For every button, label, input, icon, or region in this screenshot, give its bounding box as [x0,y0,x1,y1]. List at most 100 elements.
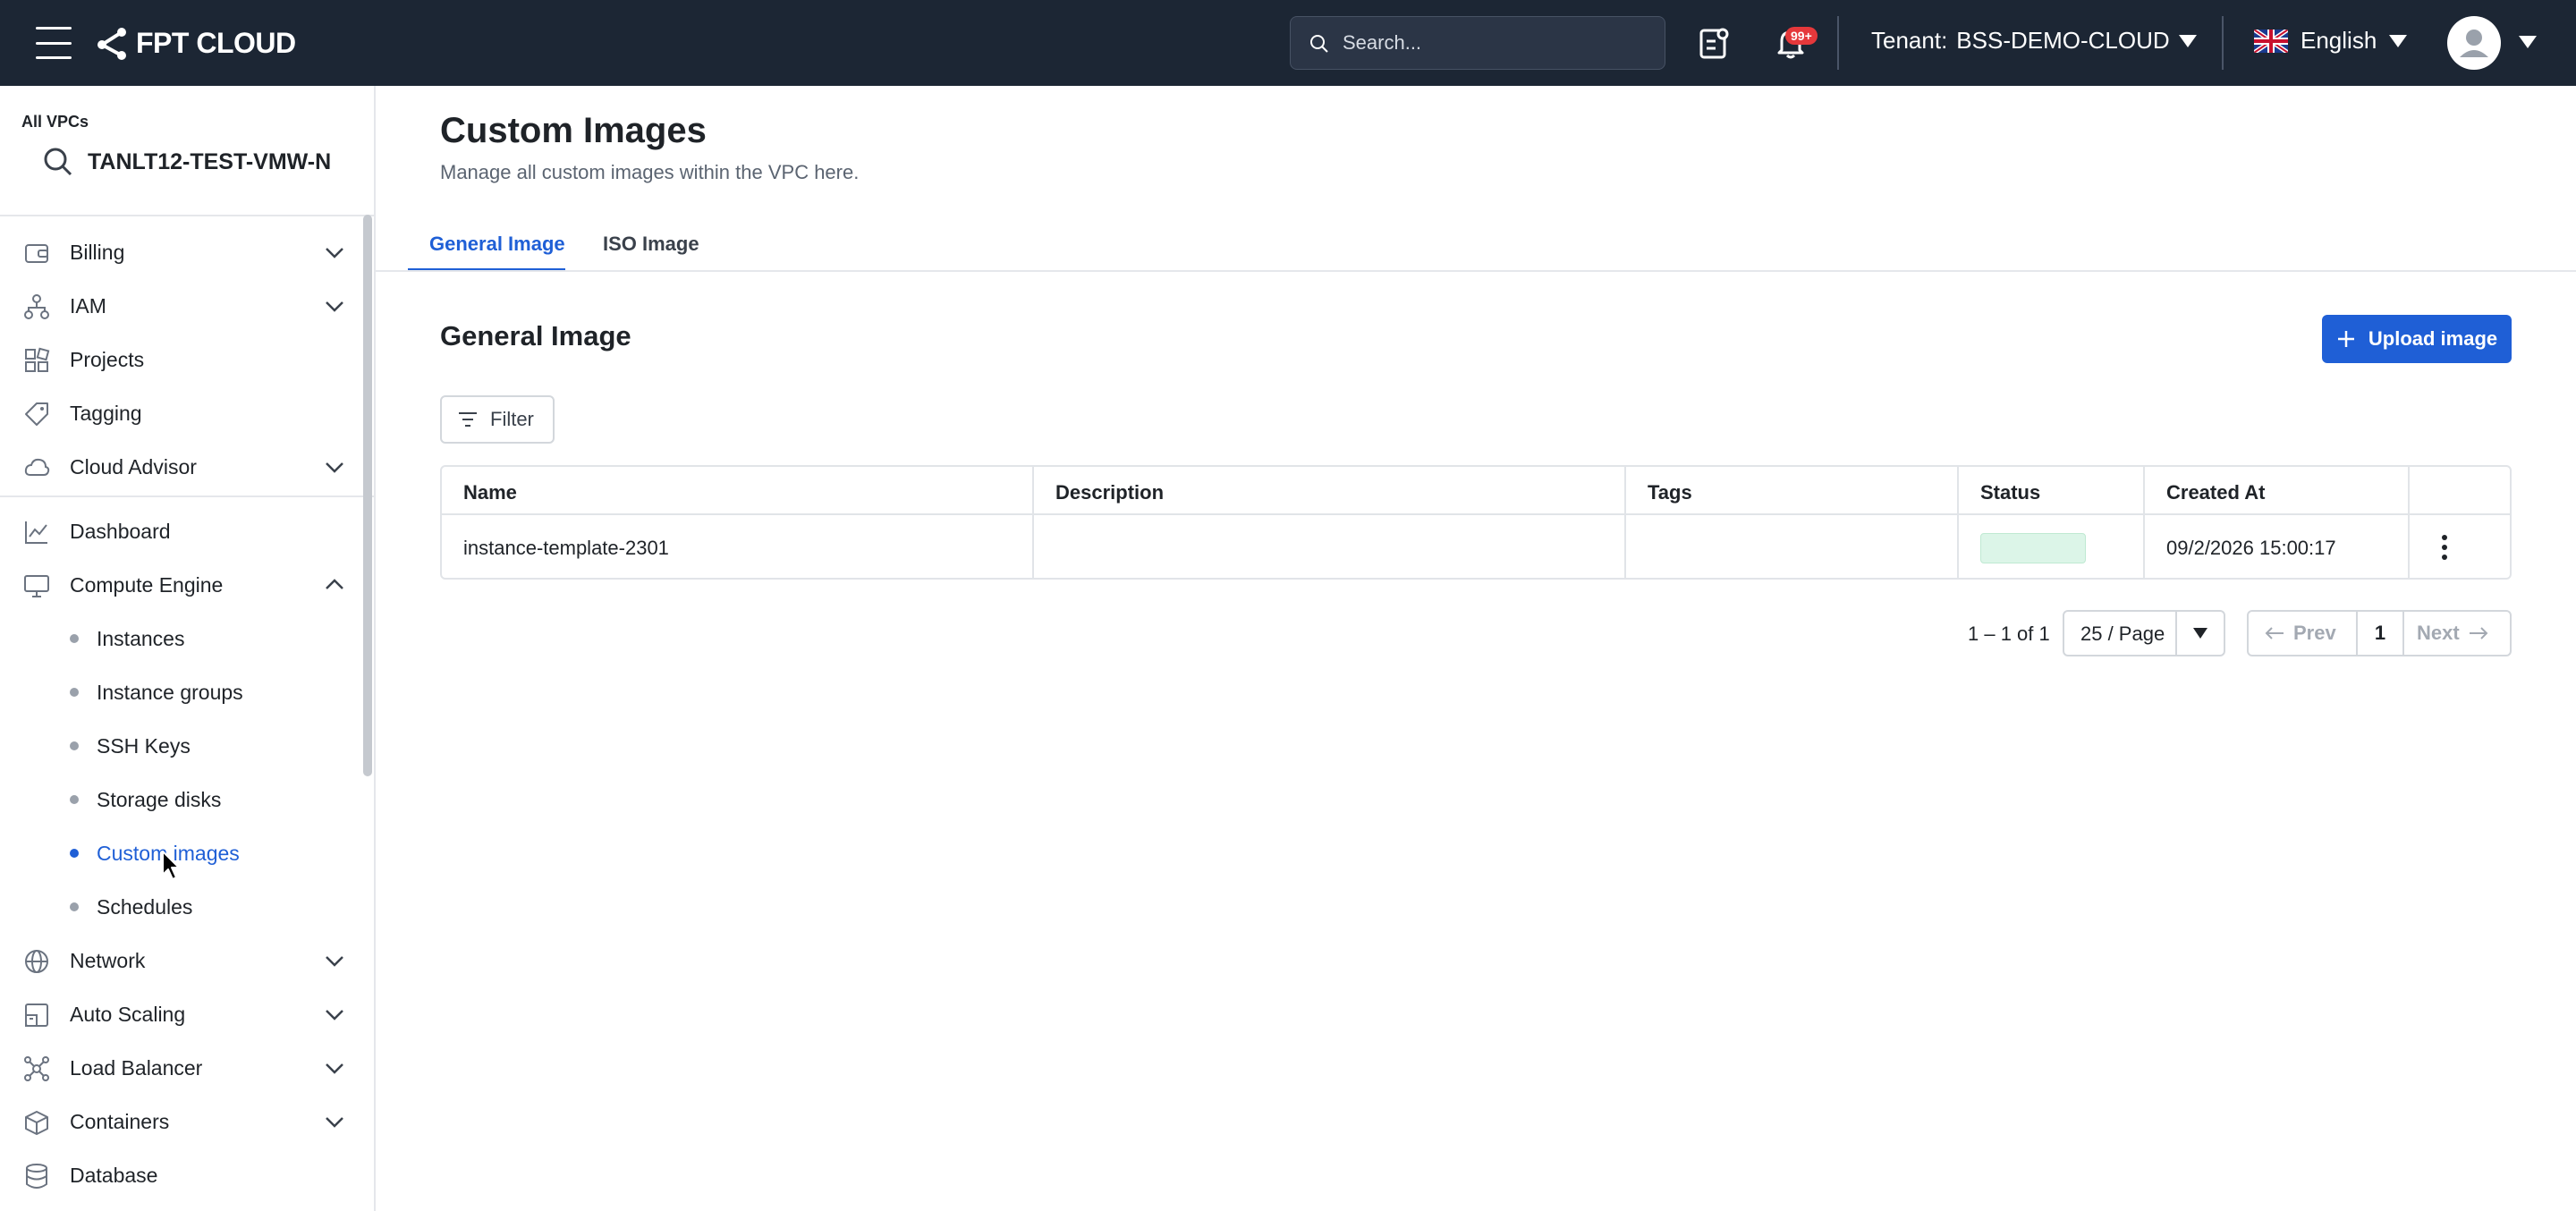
sidebar-item-label: Cloud Advisor [70,454,197,478]
next-page-label: Next [2417,622,2460,644]
mouse-cursor-icon [162,851,180,880]
sidebar-item-compute-engine[interactable]: Compute Engine [0,560,367,610]
sidebar-subitem-label: Instances [97,626,185,650]
caret-down-icon [2193,628,2207,639]
table-row[interactable]: instance-template-2301 09/2/2026 15:00:1… [442,517,2510,578]
images-table: Name Description Tags Status Created At … [440,465,2512,580]
search-icon [44,148,72,176]
next-page-button[interactable]: Next [2417,612,2488,655]
logo-text: FPT CLOUD [136,26,296,59]
row-actions-kebab-icon[interactable] [2431,531,2458,563]
sidebar-item-projects[interactable]: Projects [0,335,367,385]
status-badge [1980,533,2086,563]
bullet-dot [70,849,79,858]
pagination-divider [2402,612,2404,655]
box-icon [25,1111,48,1135]
sidebar-subitem-label: Schedules [97,894,193,919]
database-icon [26,1164,47,1189]
vpc-value: TANLT12-TEST-VMW-N [88,148,332,174]
sidebar-subitem-storage-disks[interactable]: Storage disks [0,776,367,823]
chevron-down-icon [326,1117,343,1128]
network-icon [24,1056,49,1081]
topbar-divider [2222,16,2224,70]
sidebar-subitem-label: Storage disks [97,787,222,811]
filter-label: Filter [490,408,534,430]
user-avatar[interactable] [2447,16,2501,70]
chevron-down-icon [326,1010,343,1020]
chart-icon [25,521,47,544]
sidebar-subitem-instance-groups[interactable]: Instance groups [0,669,367,716]
filter-button[interactable]: Filter [440,395,555,444]
bullet-dot [70,634,79,643]
sidebar-item-auto-scaling[interactable]: Auto Scaling [0,989,367,1039]
sidebar-item-containers[interactable]: Containers [0,1097,367,1147]
main-content: Custom Images Manage all custom images w… [376,86,2576,1211]
chevron-up-icon [326,579,343,589]
sidebar-item-label: Billing [70,240,125,264]
language-selector[interactable]: English [2254,27,2408,55]
sidebar-item-database[interactable]: Database [0,1150,367,1200]
sidebar-subitem-instances[interactable]: Instances [0,615,367,662]
column-header-status[interactable]: Status [1980,481,2040,504]
tenant-selector[interactable]: Tenant: BSS-DEMO-CLOUD [1871,27,2197,55]
caret-down-icon[interactable] [2519,36,2537,48]
section-title: General Image [440,320,631,351]
sidebar-subitem-custom-images[interactable]: Custom images [0,830,367,876]
cell-name[interactable]: instance-template-2301 [463,537,669,560]
global-search[interactable] [1290,16,1665,70]
arrow-left-icon [2265,627,2284,639]
page-size-select[interactable]: 25 / Page [2063,610,2225,656]
caret-down-icon [2389,34,2408,47]
sidebar-item-load-balancer[interactable]: Load Balancer [0,1043,367,1093]
pagination-range: 1 – 1 of 1 [1968,622,2050,645]
sidebar-divider [0,215,374,216]
sidebar-item-cloud-advisor[interactable]: Cloud Advisor [0,442,367,492]
sidebar-subitem-ssh-keys[interactable]: SSH Keys [0,723,367,769]
sidebar-item-iam[interactable]: IAM [0,281,367,331]
sidebar: All VPCs TANLT12-TEST-VMW-N Billing IAM … [0,86,376,1211]
search-icon [1310,35,1328,53]
hierarchy-icon [24,294,49,319]
sidebar-item-dashboard[interactable]: Dashboard [0,506,367,556]
search-input[interactable] [1343,31,1629,55]
column-header-description[interactable]: Description [1055,481,1164,504]
tenant-label: Tenant: [1871,27,1948,54]
monitor-icon [24,575,49,597]
vpc-selector[interactable]: TANLT12-TEST-VMW-N [43,147,331,177]
column-header-name[interactable]: Name [463,481,517,504]
uk-flag-icon [2254,29,2288,53]
sidebar-item-label: Containers [70,1109,170,1133]
sidebar-scrollbar[interactable] [363,215,372,776]
tab-iso-image[interactable]: ISO Image [603,225,699,272]
sidebar-subitem-label: Instance groups [97,680,243,704]
column-header-created-at[interactable]: Created At [2166,481,2265,504]
hamburger-menu-icon[interactable] [36,27,72,59]
upload-image-button[interactable]: Upload image [2322,315,2512,363]
prev-page-button[interactable]: Prev [2265,612,2336,655]
chevron-down-icon [326,301,343,312]
globe-icon [25,950,48,973]
sidebar-item-billing[interactable]: Billing [0,227,367,277]
sidebar-divider [0,495,374,497]
notification-badge: 99+ [1785,27,1818,45]
sidebar-subitem-label: SSH Keys [97,733,191,758]
blocks-icon [25,347,50,372]
sidebar-item-tagging[interactable]: Tagging [0,388,367,438]
cell-created-at: 09/2/2026 15:00:17 [2166,537,2336,559]
tab-general-image[interactable]: General Image [408,225,565,272]
sidebar-item-label: Dashboard [70,519,171,543]
sidebar-item-network[interactable]: Network [0,936,367,986]
upload-image-label: Upload image [2368,327,2498,350]
tasks-icon[interactable] [1694,23,1733,63]
bullet-dot [70,741,79,750]
caret-down-icon [2178,34,2197,47]
page-number-button[interactable]: 1 [2358,612,2402,655]
chevron-down-icon [326,956,343,967]
cloud-icon [24,458,50,476]
page-title: Custom Images [440,111,707,150]
column-header-tags[interactable]: Tags [1648,481,1692,504]
chevron-down-icon [326,462,343,473]
fpt-cloud-logo[interactable]: FPT CLOUD [95,23,296,63]
sidebar-subitem-schedules[interactable]: Schedules [0,884,367,930]
sidebar-item-label: Projects [70,347,145,371]
